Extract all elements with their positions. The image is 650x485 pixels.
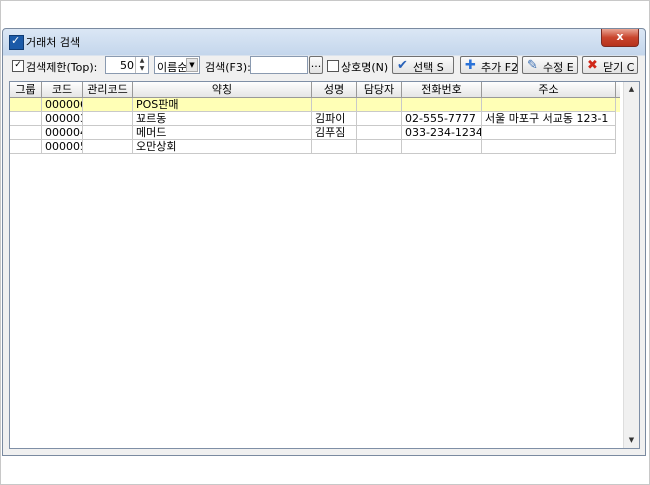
cell-phone	[402, 140, 482, 154]
column-header-name[interactable]: 성명	[312, 82, 357, 97]
cell-group	[10, 140, 42, 154]
search-input[interactable]	[250, 56, 308, 74]
window-close-button[interactable]: x	[601, 29, 639, 47]
cell-name	[312, 140, 357, 154]
sort-dropdown[interactable]: 이름순 ▼	[154, 56, 200, 74]
cell-phone: 033-234-1234	[402, 126, 482, 140]
customer-search-dialog: 거래처 검색 x ✓ 검색제한(Top): 50 ▲▼ 이름순 ▼ 검색(F3)…	[2, 28, 646, 456]
cell-phone	[402, 98, 482, 112]
add-button[interactable]: ✚ 추가 F2	[460, 56, 518, 74]
cell-address	[482, 140, 616, 154]
checkmark-icon: ✔	[397, 58, 408, 73]
select-button-label: 선택 S	[413, 61, 444, 74]
scroll-down-icon[interactable]: ▼	[624, 433, 639, 448]
cell-code: 000003	[42, 112, 83, 126]
close-button-label: 닫기 C	[603, 61, 635, 74]
cell-name	[312, 98, 357, 112]
edit-icon: ✎	[527, 58, 538, 73]
column-header-code[interactable]: 코드	[42, 82, 83, 97]
cell-name: 김파이	[312, 112, 357, 126]
limit-checkbox[interactable]: ✓	[12, 60, 24, 72]
company-name-checkbox[interactable]	[327, 60, 339, 72]
table-row[interactable]: 000004 메머드 김푸짐 033-234-1234	[10, 126, 620, 140]
chevron-down-icon[interactable]: ▼	[186, 58, 198, 72]
table-row[interactable]: 000003 꾜르동 김파이 02-555-7777 서울 마포구 서교동 12…	[10, 112, 620, 126]
cell-phone: 02-555-7777	[402, 112, 482, 126]
cell-short-name: 오만상회	[133, 140, 312, 154]
cell-group	[10, 98, 42, 112]
cell-mgmt-code	[83, 98, 133, 112]
close-icon: ✖	[587, 58, 598, 73]
edit-button-label: 수정 E	[543, 61, 574, 74]
cell-mgmt-code	[83, 126, 133, 140]
browse-button[interactable]: ...	[309, 56, 323, 74]
sort-selected: 이름순	[157, 61, 188, 74]
cell-code: 000006	[42, 98, 83, 112]
customer-grid[interactable]: 그룹 코드 관리코드 약칭 성명 담당자 전화번호 주소 000006 POS판…	[9, 81, 640, 449]
limit-value: 50	[120, 59, 134, 72]
grid-header: 그룹 코드 관리코드 약칭 성명 담당자 전화번호 주소	[10, 82, 620, 98]
scroll-up-icon[interactable]: ▲	[624, 82, 639, 97]
window-title: 거래처 검색	[26, 36, 81, 49]
company-name-label: 상호명(N)	[341, 61, 389, 74]
column-header-short-name[interactable]: 약칭	[133, 82, 312, 97]
limit-spinner[interactable]: 50 ▲ ▼	[105, 56, 149, 74]
plus-icon: ✚	[465, 58, 476, 73]
search-label: 검색(F3):	[205, 61, 251, 74]
cell-short-name: 꾜르동	[133, 112, 312, 126]
cell-mgmt-code	[83, 140, 133, 154]
column-header-manager[interactable]: 담당자	[357, 82, 402, 97]
limit-label: 검색제한(Top):	[26, 61, 98, 74]
cell-code: 000004	[42, 126, 83, 140]
spinner-arrows-icon[interactable]: ▲ ▼	[135, 57, 148, 73]
cell-manager	[357, 126, 402, 140]
cell-manager	[357, 98, 402, 112]
cell-address	[482, 126, 616, 140]
add-button-label: 추가 F2	[481, 61, 519, 74]
select-button[interactable]: ✔ 선택 S	[392, 56, 454, 74]
column-header-address[interactable]: 주소	[482, 82, 616, 97]
cell-address: 서울 마포구 서교동 123-1	[482, 112, 616, 126]
close-button[interactable]: ✖ 닫기 C	[582, 56, 638, 74]
cell-mgmt-code	[83, 112, 133, 126]
cell-manager	[357, 112, 402, 126]
vertical-scrollbar[interactable]: ▲ ▼	[623, 82, 639, 448]
table-row[interactable]: 000005 오만상회	[10, 140, 620, 154]
app-icon	[9, 34, 24, 50]
cell-name: 김푸짐	[312, 126, 357, 140]
cell-manager	[357, 140, 402, 154]
column-header-group[interactable]: 그룹	[10, 82, 42, 97]
cell-short-name: 메머드	[133, 126, 312, 140]
edit-button[interactable]: ✎ 수정 E	[522, 56, 578, 74]
table-row[interactable]: 000006 POS판매	[10, 98, 620, 112]
column-header-phone[interactable]: 전화번호	[402, 82, 482, 97]
toolbar: ✓ 검색제한(Top): 50 ▲ ▼ 이름순 ▼ 검색(F3): ... 상호명…	[8, 53, 640, 77]
column-header-mgmt-code[interactable]: 관리코드	[83, 82, 133, 97]
cell-group	[10, 112, 42, 126]
cell-short-name: POS판매	[133, 98, 312, 112]
cell-address	[482, 98, 616, 112]
cell-group	[10, 126, 42, 140]
cell-code: 000005	[42, 140, 83, 154]
title-bar: 거래처 검색 x	[3, 29, 645, 53]
